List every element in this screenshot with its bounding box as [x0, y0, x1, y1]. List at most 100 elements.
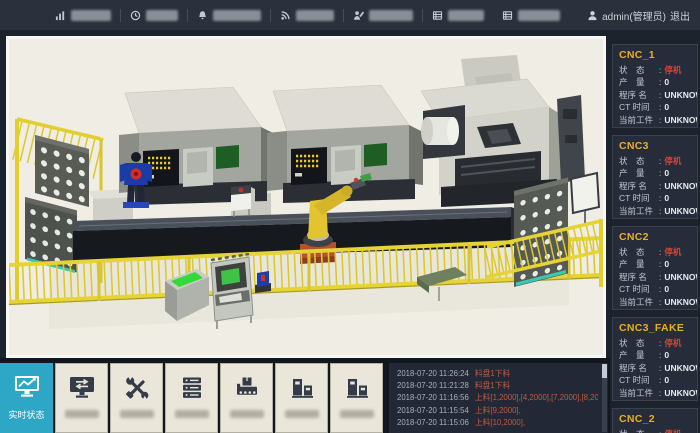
toolbar-button-2[interactable] — [55, 363, 108, 433]
workpiece-row: 当前工件:UNKNOWN — [619, 296, 691, 308]
program-row: 程序 名:UNKNOWN — [619, 362, 691, 374]
output-row: 产 量:0 — [619, 167, 691, 179]
ct-row: CT 时间:0 — [619, 374, 691, 386]
status-row: 状 态:停机 — [619, 64, 691, 76]
warehouse-boxes-icon — [288, 375, 316, 401]
server-rack-icon — [178, 375, 206, 401]
log-entry: 2018-07-20 11:26:24料盘1下料 — [397, 368, 598, 380]
info-board — [571, 173, 599, 225]
ct-row: CT 时间:0 — [619, 192, 691, 204]
log-entry: 2018-07-20 11:15:54上料[9,2000], — [397, 405, 598, 417]
table-icon — [432, 10, 443, 21]
output-value: 0 — [664, 76, 669, 88]
monitor-chart-icon — [13, 374, 41, 400]
program-value: UNKNOWN — [664, 89, 698, 101]
program-value: UNKNOWN — [664, 180, 698, 192]
factory-3d-viewport[interactable] — [6, 36, 606, 358]
menu-item-7[interactable] — [493, 10, 569, 21]
main-menu — [46, 9, 569, 22]
program-row: 程序 名:UNKNOWN — [619, 180, 691, 192]
factory-3d-scene — [9, 39, 603, 355]
bar-chart-icon — [55, 10, 66, 21]
panel-title: CNC_1 — [619, 49, 691, 62]
ct-value: 0 — [664, 283, 669, 295]
workpiece-row: 当前工件:UNKNOWN — [619, 387, 691, 399]
workpiece-value: UNKNOWN — [664, 387, 698, 399]
redacted-menu-label — [518, 10, 560, 21]
toolbar-button-7[interactable] — [330, 363, 383, 433]
panel-title: CNC3_FAKE — [619, 322, 691, 335]
left-pallet-rack-top — [35, 135, 89, 207]
redacted-menu-label — [146, 10, 178, 21]
output-row: 产 量:0 — [619, 349, 691, 361]
redacted-button-label — [340, 410, 374, 418]
toolbar-button-6[interactable] — [275, 363, 328, 433]
redacted-button-label — [120, 410, 154, 418]
log-entry: 2018-07-20 11:21:28 料盘1下料 — [397, 380, 598, 392]
status-value: 停机 — [664, 428, 681, 433]
event-log-panel[interactable]: 2018-07-20 11:26:24料盘1下料 2018-07-20 11:2… — [389, 363, 608, 433]
rss-icon — [280, 10, 291, 21]
ct-row: CT 时间:0 — [619, 101, 691, 113]
menu-item-4[interactable] — [271, 10, 343, 21]
menu-item-1[interactable] — [46, 10, 120, 21]
log-message: 料盘1下料 — [475, 381, 511, 390]
status-panel-cnc-2: CNC_2 状 态:停机 产 量:0 程序 名:UNKNOWN CT 时间:0 … — [612, 408, 698, 433]
logout-link[interactable]: 退出 — [670, 8, 690, 23]
machine-status-sidebar: CNC_1 状 态:停机 产 量:0 程序 名:UNKNOWN CT 时间:0 … — [610, 36, 700, 433]
menu-item-5[interactable] — [344, 10, 422, 21]
status-value: 停机 — [664, 246, 681, 258]
redacted-button-label — [285, 410, 319, 418]
warehouse-boxes-icon — [343, 375, 371, 401]
log-entry: 2018-07-20 11:15:06 上料[10,2000], — [397, 417, 598, 429]
status-row: 状 态:停机 — [619, 428, 691, 433]
log-timestamp: 2018-07-20 11:15:06 — [397, 418, 469, 427]
log-message: 上料[1,2000],[4,2000],[7,2000],[8,2000],[9… — [475, 393, 598, 402]
clock-icon — [130, 10, 141, 21]
status-row: 状 态:停机 — [619, 155, 691, 167]
scada-app-window: admin(管理员) 退出 — [0, 0, 700, 433]
workpiece-value: UNKNOWN — [664, 296, 698, 308]
blue-fixture — [255, 271, 271, 293]
menu-item-2[interactable] — [121, 10, 187, 21]
output-value: 0 — [664, 167, 669, 179]
toolbar-button-3[interactable] — [110, 363, 163, 433]
status-value: 停机 — [664, 337, 681, 349]
redacted-menu-label — [296, 10, 334, 21]
redacted-button-label — [65, 410, 99, 418]
status-panel-cnc3: CNC3 状 态:停机 产 量:0 程序 名:UNKNOWN CT 时间:0 当… — [612, 135, 698, 219]
log-message: 上料[9,2000], — [475, 406, 521, 415]
menu-item-3[interactable] — [188, 10, 270, 21]
status-row: 状 态:停机 — [619, 246, 691, 258]
status-panel-cnc3-fake: CNC3_FAKE 状 态:停机 产 量:0 程序 名:UNKNOWN CT 时… — [612, 317, 698, 401]
status-value: 停机 — [664, 155, 681, 167]
workpiece-row: 当前工件:UNKNOWN — [619, 205, 691, 217]
cnc-lathe-machine-2 — [267, 85, 423, 203]
workpiece-value: UNKNOWN — [664, 114, 698, 126]
redacted-menu-label — [369, 10, 413, 21]
toolbar-button-4[interactable] — [165, 363, 218, 433]
program-value: UNKNOWN — [664, 362, 698, 374]
log-timestamp: 2018-07-20 11:26:24 — [397, 369, 469, 378]
redacted-button-label — [175, 410, 209, 418]
status-row: 状 态:停机 — [619, 337, 691, 349]
monitor-transfer-icon — [68, 375, 96, 401]
status-value: 停机 — [664, 64, 681, 76]
log-message: 上料[10,2000], — [475, 418, 525, 427]
log-scrollbar-thumb[interactable] — [602, 364, 607, 378]
ct-value: 0 — [664, 101, 669, 113]
ct-value: 0 — [664, 192, 669, 204]
ct-row: CT 时间:0 — [619, 283, 691, 295]
toolbar-button-5[interactable] — [220, 363, 273, 433]
redacted-menu-label — [71, 10, 111, 21]
menu-item-6[interactable] — [423, 10, 493, 21]
log-timestamp: 2018-07-20 11:21:28 — [397, 381, 469, 390]
top-menu-bar: admin(管理员) 退出 — [0, 0, 700, 30]
output-value: 0 — [664, 349, 669, 361]
loader-machine-icon — [233, 375, 261, 401]
user-icon — [587, 10, 598, 21]
toolbar-button-realtime-status[interactable]: 实时状态 — [0, 363, 53, 433]
redacted-button-label — [230, 410, 264, 418]
table-icon — [502, 10, 513, 21]
log-scrollbar[interactable] — [602, 364, 607, 432]
